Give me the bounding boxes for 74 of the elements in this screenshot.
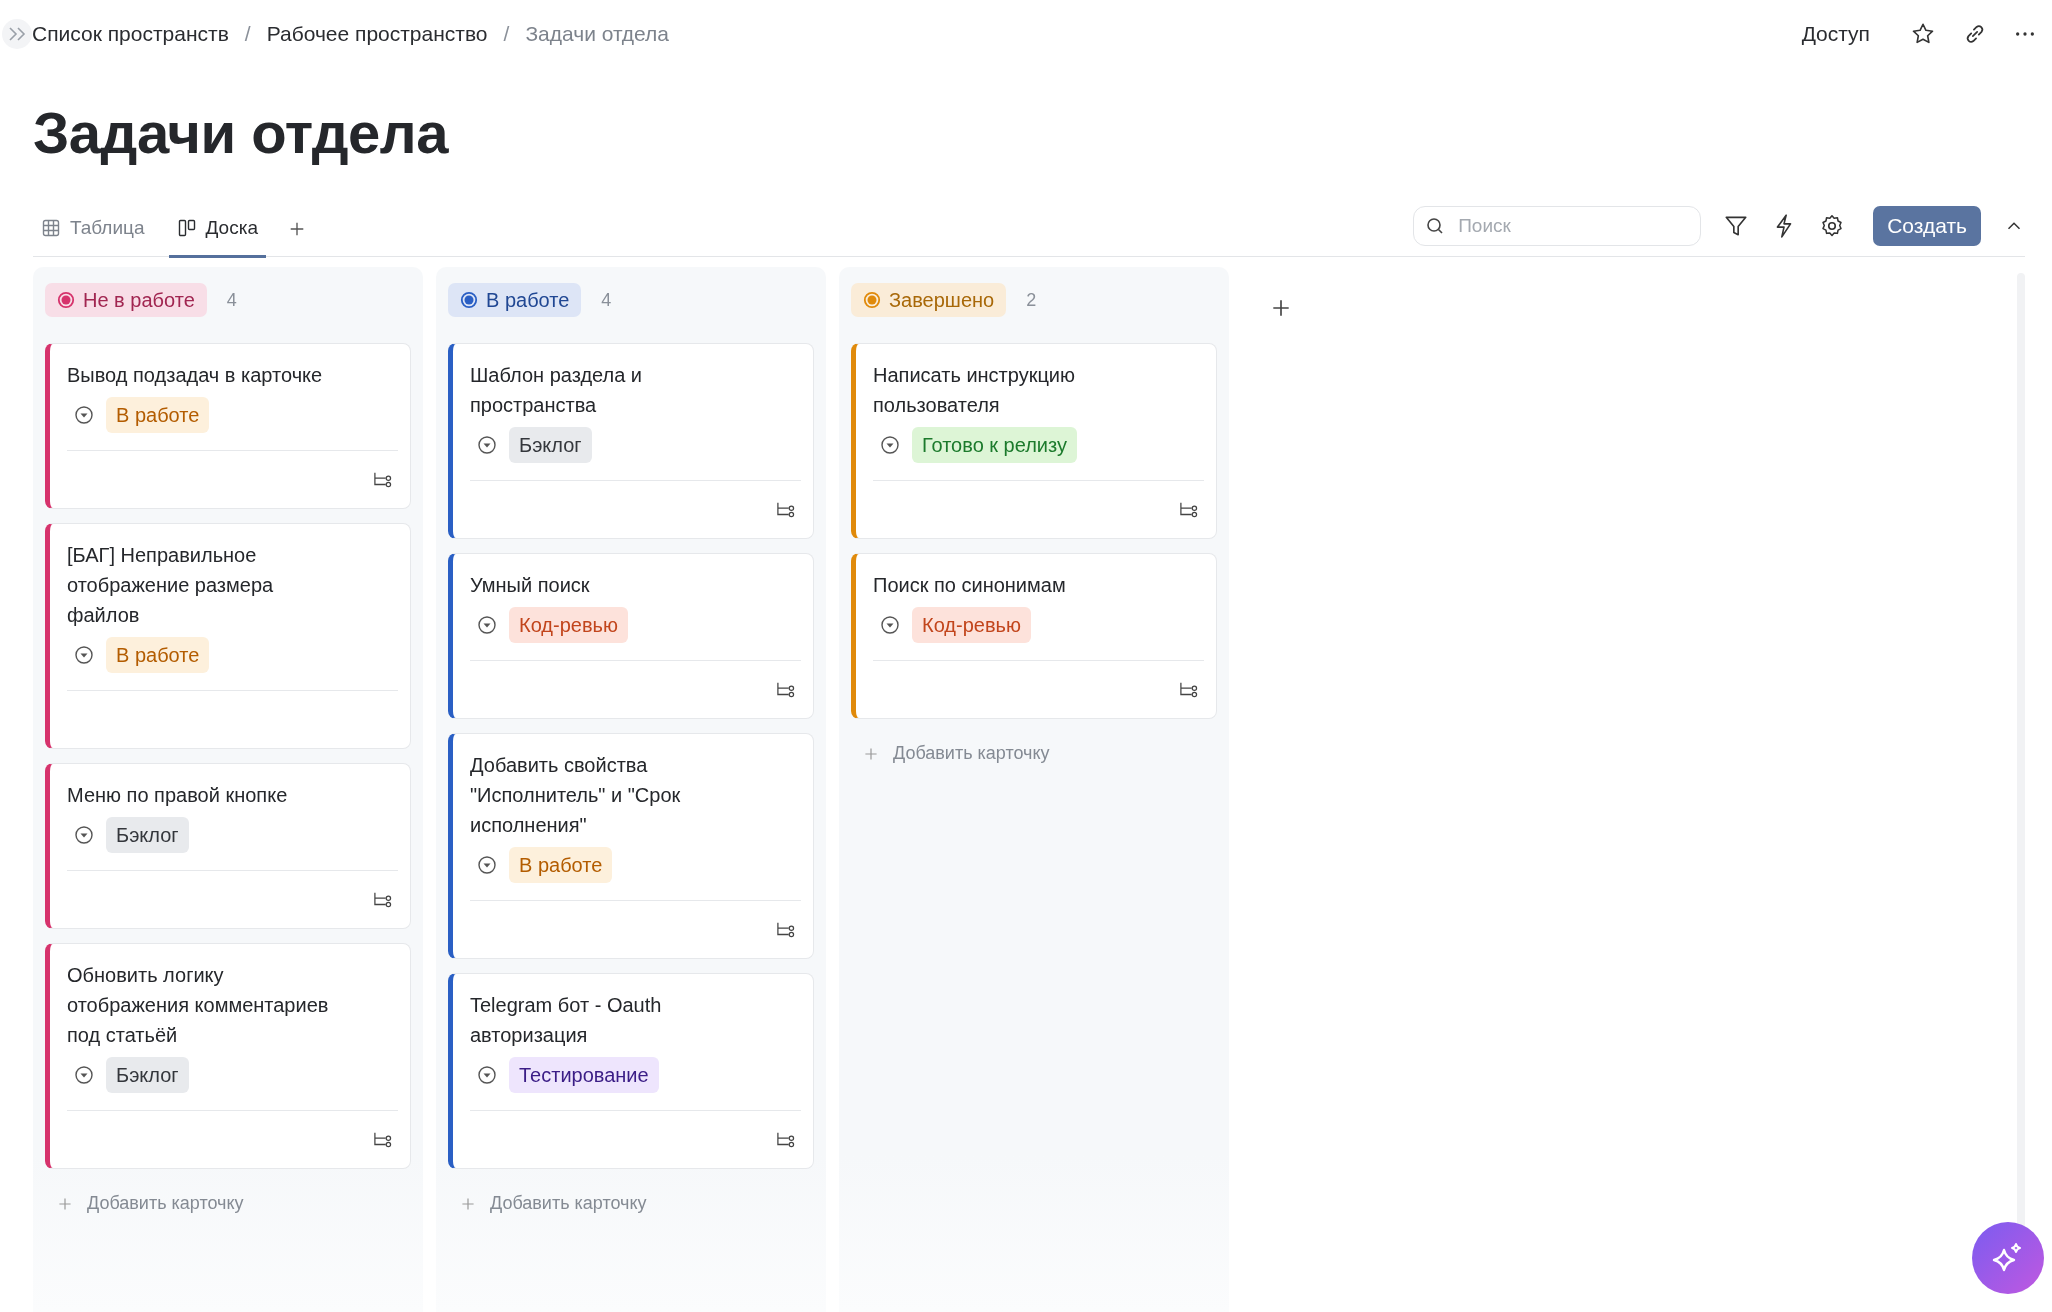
plus-icon <box>57 1195 73 1212</box>
subtasks-icon[interactable] <box>1178 680 1200 699</box>
card-title: Добавить свойства "Исполнитель" и "Срок исполнения" <box>470 753 682 838</box>
task-card[interactable]: Шаблон раздела и пространства Бэклог <box>448 343 814 539</box>
column-status-label[interactable]: В работе <box>448 283 582 317</box>
task-card[interactable]: Telegram бот - Oauth авторизация Тестирование <box>448 973 814 1169</box>
dropdown-icon[interactable] <box>477 435 497 455</box>
subtasks-icon[interactable] <box>775 920 797 939</box>
card-title: Написать инструкцию пользователя <box>873 363 1077 418</box>
table-icon <box>41 218 61 239</box>
view-tab[interactable]: Доска <box>168 202 266 258</box>
subtasks-icon[interactable] <box>372 470 394 489</box>
breadcrumb-separator: / <box>503 22 510 46</box>
subtasks-icon[interactable] <box>372 1130 394 1149</box>
status-tag[interactable]: Код-ревью <box>912 607 1031 643</box>
card-count: 4 <box>226 289 237 311</box>
card-title: [БАГ] Неправильное отображение размера файлов <box>67 543 275 628</box>
card-count: 4 <box>601 289 612 311</box>
subtasks-icon[interactable] <box>775 1130 797 1149</box>
task-card[interactable]: Поиск по синонимам Код-ревью <box>851 553 1217 719</box>
dropdown-icon[interactable] <box>477 1065 497 1085</box>
subtasks-icon[interactable] <box>775 680 797 699</box>
status-tag[interactable]: Код-ревью <box>509 607 628 643</box>
card-title: Умный поиск <box>470 573 591 598</box>
status-tag[interactable]: В работе <box>509 847 613 883</box>
status-tag[interactable]: Бэклог <box>106 817 189 853</box>
task-card[interactable]: Написать инструкцию пользователя Готово к релизу <box>851 343 1217 539</box>
more-icon[interactable] <box>2014 30 2036 38</box>
search-field[interactable]: Поиск <box>1413 206 1702 246</box>
task-card[interactable]: Обновить логику отображения комментариев под статьёй Бэклог <box>45 943 411 1169</box>
dropdown-icon[interactable] <box>880 435 900 455</box>
card-title: Меню по правой кнопке <box>67 783 289 808</box>
dropdown-icon[interactable] <box>74 825 94 845</box>
dropdown-icon[interactable] <box>880 615 900 635</box>
status-tag[interactable]: Готово к релизу <box>912 427 1077 463</box>
breadcrumb-link[interactable]: Задачи отдела <box>525 22 670 46</box>
task-card[interactable]: Добавить свойства "Исполнитель" и "Срок исполнения" В работе <box>448 733 814 959</box>
breadcrumb-link[interactable]: Рабочее пространство <box>266 22 488 46</box>
card-title: Шаблон раздела и пространства <box>470 363 644 418</box>
subtasks-icon[interactable] <box>775 500 797 519</box>
status-tag[interactable]: Бэклог <box>509 427 592 463</box>
task-card[interactable]: [БАГ] Неправильное отображение размера файлов В работе <box>45 523 411 749</box>
subtasks-icon[interactable] <box>372 890 394 909</box>
column-status-label[interactable]: Завершено <box>851 283 1007 317</box>
task-card[interactable]: Умный поиск Код-ревью <box>448 553 814 719</box>
dropdown-icon[interactable] <box>477 615 497 635</box>
plus-icon <box>863 745 879 762</box>
breadcrumb-link[interactable]: Список пространств <box>32 22 229 46</box>
card-title: Telegram бот - Oauth авторизация <box>470 993 663 1048</box>
sidebar-expand-icon[interactable] <box>2 19 32 49</box>
task-card[interactable]: Вывод подзадач в карточке В работе <box>45 343 411 509</box>
dropdown-icon[interactable] <box>477 855 497 875</box>
card-title: Обновить логику отображения комментариев под статьёй <box>67 963 330 1048</box>
column-status-label[interactable]: Не в работе <box>45 283 207 317</box>
card-title: Поиск по синонимам <box>873 573 1067 598</box>
dropdown-icon[interactable] <box>74 645 94 665</box>
page-title: Задачи отдела <box>33 99 450 167</box>
dropdown-icon[interactable] <box>74 1065 94 1085</box>
card-count: 2 <box>1026 289 1037 311</box>
view-tab[interactable]: Таблица <box>33 202 153 258</box>
task-card[interactable]: Меню по правой кнопке Бэклог <box>45 763 411 929</box>
access-link[interactable]: Доступ <box>1801 22 1870 46</box>
plus-icon <box>460 1195 476 1212</box>
status-tag[interactable]: В работе <box>106 397 210 433</box>
create-button[interactable]: Создать <box>1873 206 1981 246</box>
status-tag[interactable]: В работе <box>106 637 210 673</box>
subtasks-icon[interactable] <box>1178 500 1200 519</box>
dropdown-icon[interactable] <box>74 405 94 425</box>
breadcrumb-separator: / <box>244 22 251 46</box>
card-title: Вывод подзадач в карточке <box>67 363 324 388</box>
status-tag[interactable]: Тестирование <box>509 1057 659 1093</box>
board-icon <box>176 218 197 239</box>
add-column-icon[interactable] <box>1270 297 1292 319</box>
status-tag[interactable]: Бэклог <box>106 1057 189 1093</box>
